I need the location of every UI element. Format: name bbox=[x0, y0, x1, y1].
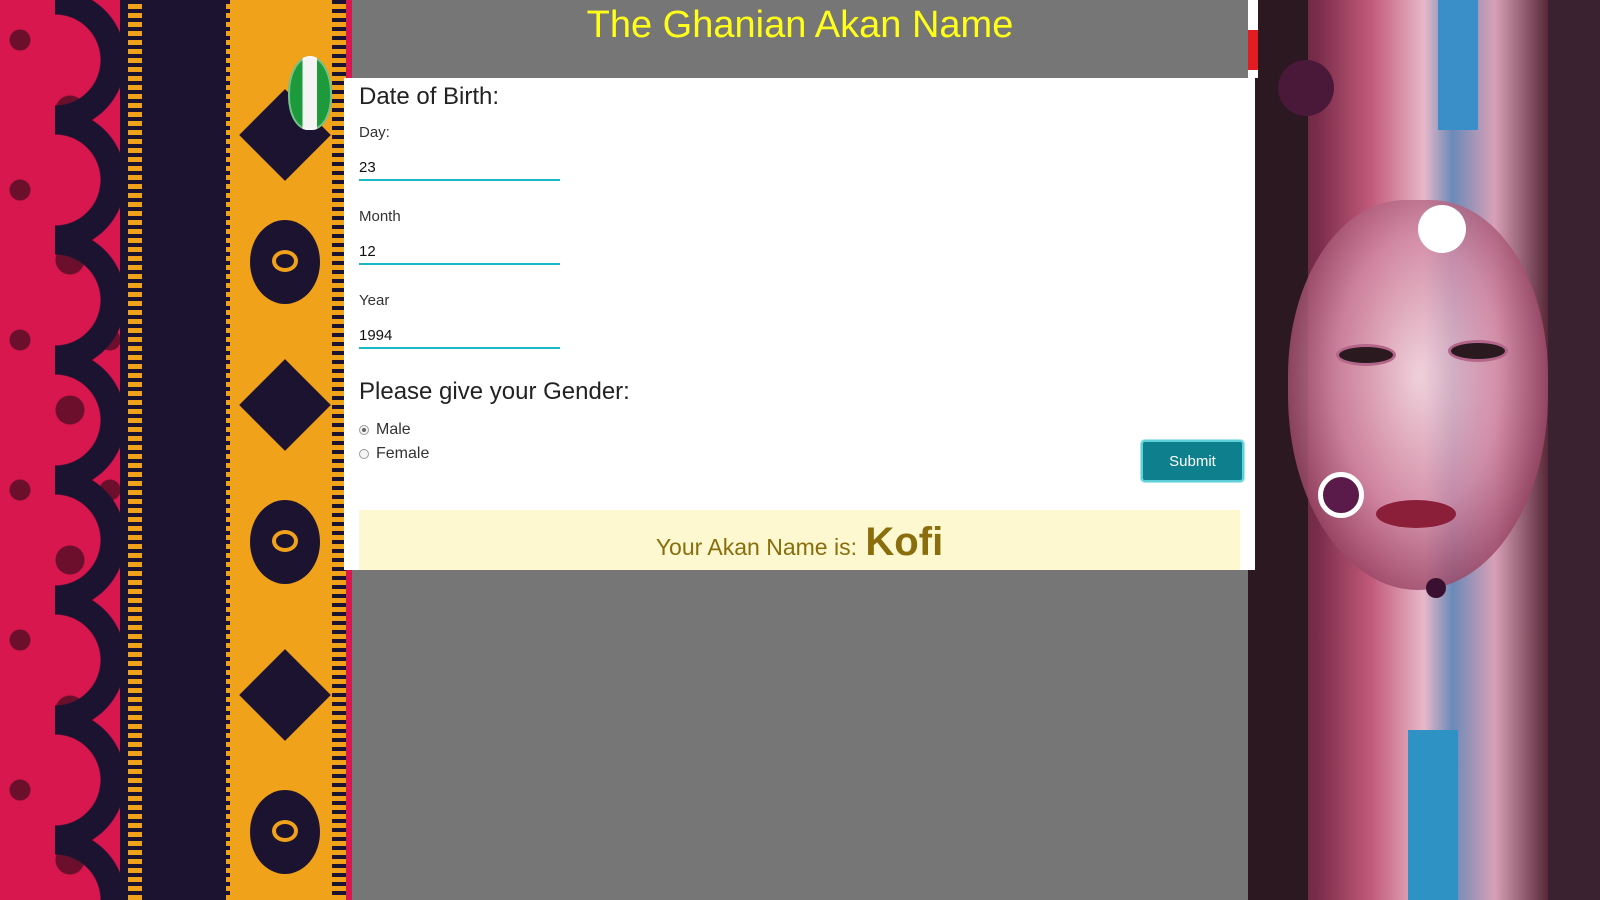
month-label: Month bbox=[359, 208, 401, 225]
painting-eye bbox=[1448, 340, 1508, 362]
painting-ring bbox=[1318, 472, 1364, 518]
right-painting-image bbox=[1248, 0, 1600, 900]
submit-button[interactable]: Submit bbox=[1141, 440, 1244, 482]
page-title: The Ghanian Akan Name bbox=[586, 4, 1014, 46]
fabric-disc bbox=[250, 790, 320, 874]
painting-eye bbox=[1336, 344, 1396, 366]
dob-heading: Date of Birth: bbox=[359, 83, 500, 110]
male-radio[interactable] bbox=[359, 425, 369, 435]
panel-edge-accent bbox=[1248, 30, 1258, 70]
painting-circle bbox=[1418, 205, 1466, 253]
painting-blue-block bbox=[1438, 0, 1478, 130]
month-field-group: Month bbox=[359, 208, 560, 265]
akan-name-form: Date of Birth: Day: Month Year Please gi… bbox=[344, 78, 1255, 570]
month-input[interactable] bbox=[359, 239, 560, 265]
year-input[interactable] bbox=[359, 323, 560, 349]
painting-strip bbox=[1548, 0, 1600, 900]
painting-face bbox=[1288, 200, 1548, 590]
painting-blue-block bbox=[1408, 730, 1458, 900]
year-label: Year bbox=[359, 292, 390, 309]
fingerprint-flag-logo bbox=[288, 56, 332, 130]
akan-name-result: Kofi bbox=[865, 520, 944, 564]
result-prefix: Your Akan Name is: bbox=[655, 534, 857, 560]
fabric-stripe bbox=[128, 0, 142, 900]
female-radio-label: Female bbox=[376, 445, 430, 462]
left-fabric-image bbox=[0, 0, 352, 900]
day-field-group: Day: bbox=[359, 124, 560, 181]
page-header: The Ghanian Akan Name bbox=[352, 0, 1248, 78]
day-label: Day: bbox=[359, 124, 390, 141]
painting-circle bbox=[1426, 578, 1446, 598]
gender-option-male[interactable]: Male bbox=[359, 421, 411, 439]
result-banner: Your Akan Name is: Kofi bbox=[359, 510, 1240, 570]
male-radio-label: Male bbox=[376, 421, 411, 438]
gender-heading: Please give your Gender: bbox=[359, 378, 630, 405]
gender-option-female[interactable]: Female bbox=[359, 445, 429, 463]
day-input[interactable] bbox=[359, 155, 560, 181]
female-radio[interactable] bbox=[359, 449, 369, 459]
fabric-disc bbox=[250, 500, 320, 584]
year-field-group: Year bbox=[359, 292, 560, 349]
painting-circle bbox=[1278, 60, 1334, 116]
painting-lips bbox=[1376, 500, 1456, 528]
fabric-disc bbox=[250, 220, 320, 304]
